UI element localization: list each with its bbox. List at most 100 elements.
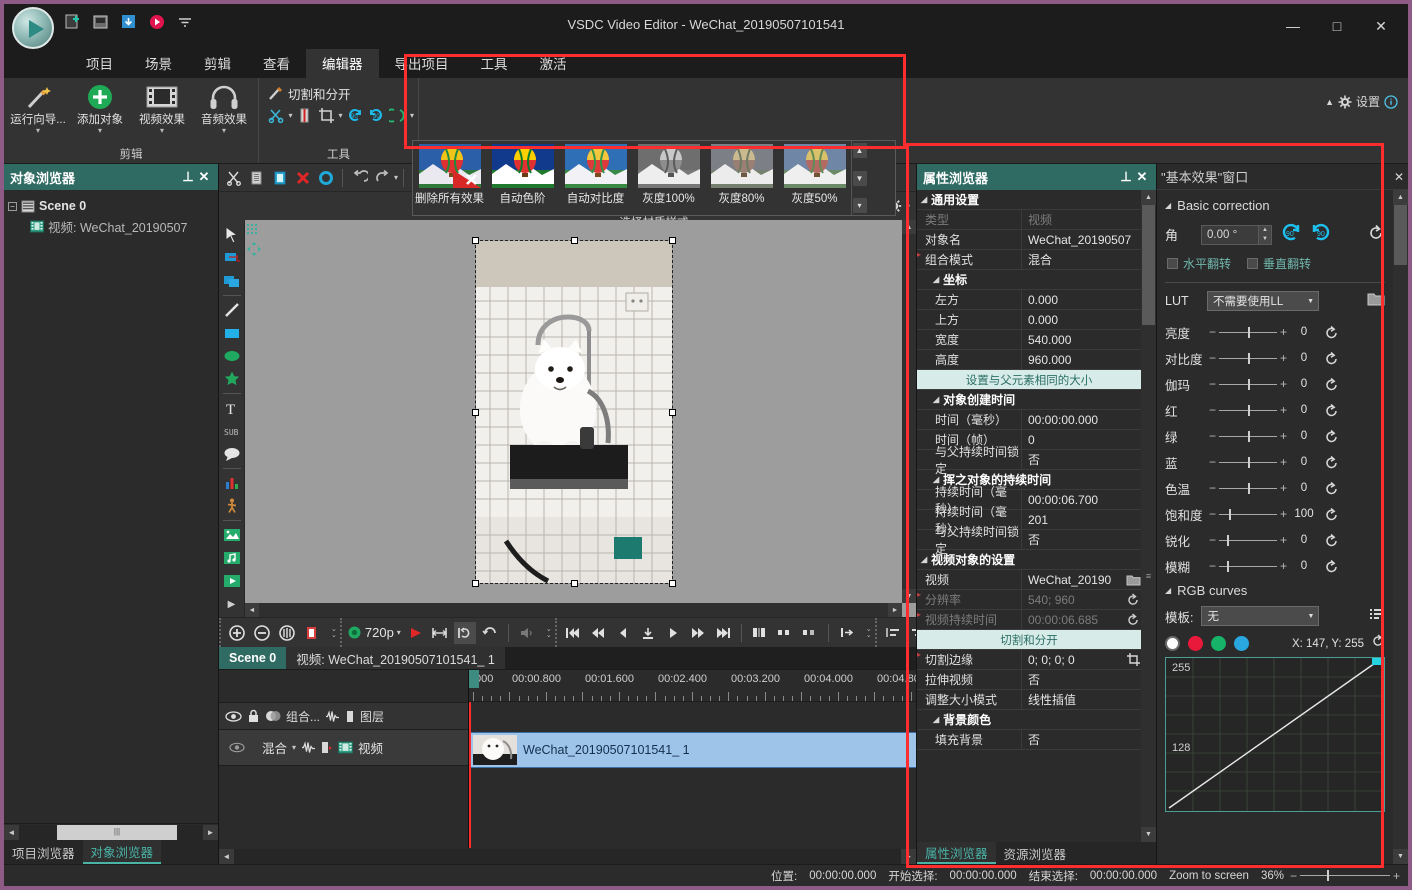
zoom-track[interactable] — [1300, 870, 1390, 881]
undo-icon[interactable] — [348, 167, 370, 189]
flip-h-box-icon[interactable] — [1167, 258, 1178, 269]
property-row[interactable]: 视频 WeChat_20190 — [917, 570, 1141, 590]
rotate-free-icon[interactable] — [388, 105, 406, 125]
property-row[interactable]: ▸ 视频持续时间 00:00:06.685 — [917, 610, 1141, 630]
property-row[interactable]: ▸ 分辨率 540; 960 — [917, 590, 1141, 610]
timeline-tracks-area[interactable]: 000 00:00.800 00:01.600 00:02.400 00:03.… — [469, 670, 916, 864]
slider-knob[interactable] — [1248, 482, 1250, 494]
slider-minus-icon[interactable]: − — [1209, 325, 1216, 339]
effects-vscrollbar[interactable]: ▲ ▼ — [1393, 190, 1408, 864]
property-row[interactable]: 类型 视频 — [917, 210, 1141, 230]
stop-marker-icon[interactable] — [637, 622, 659, 644]
rewind-icon[interactable] — [587, 622, 609, 644]
group-collapse-icon[interactable]: ◢ — [921, 195, 927, 204]
angle-input[interactable]: 0.00 ° — [1201, 224, 1259, 245]
property-value[interactable]: 960.000 — [1022, 350, 1141, 369]
gallery-scroll-down[interactable]: ▼ — [852, 170, 867, 186]
property-value[interactable]: 00:00:06.685 — [1022, 610, 1141, 629]
align-text-left-icon[interactable] — [882, 622, 904, 644]
gallery-more[interactable]: ▾ — [852, 198, 867, 213]
slider-knob[interactable] — [1248, 404, 1250, 416]
close-icon[interactable]: ✕ — [196, 169, 212, 185]
zoom-selection-icon[interactable] — [301, 622, 323, 644]
canvas-scroll-up-icon[interactable]: ▲ — [902, 220, 916, 234]
resize-handle-w[interactable] — [471, 408, 479, 416]
rgb-curve-editor[interactable]: 255 128 — [1165, 657, 1385, 812]
canvas-scroll-down-icon[interactable]: ▼ — [902, 589, 916, 603]
slider-knob[interactable] — [1248, 456, 1250, 468]
property-value[interactable]: 混合 — [1022, 250, 1141, 269]
property-group-header[interactable]: ◢ 通用设置 — [917, 190, 1141, 210]
property-row[interactable]: 高度 960.000 — [917, 350, 1141, 370]
slider-plus-icon[interactable]: + — [1280, 507, 1287, 521]
effects-scroll-down-icon[interactable]: ▼ — [1393, 849, 1408, 864]
slider-track[interactable] — [1219, 404, 1277, 416]
hscroll-right-icon[interactable]: ► — [203, 824, 218, 840]
slider-track[interactable] — [1219, 326, 1277, 338]
angle-reset-icon[interactable] — [1368, 224, 1385, 246]
duplicate-tool-icon[interactable] — [221, 270, 243, 292]
property-value[interactable]: 540.000 — [1022, 330, 1141, 349]
slider-reset-icon[interactable] — [1321, 455, 1341, 470]
property-row[interactable]: 上方 0.000 — [917, 310, 1141, 330]
property-row[interactable]: ▸ 组合模式 混合 — [917, 250, 1141, 270]
slider-knob[interactable] — [1248, 326, 1250, 338]
rotate-right-90-icon[interactable]: 90 — [1310, 221, 1332, 248]
slider-minus-icon[interactable]: − — [1209, 429, 1216, 443]
timeline-scroll-left-icon[interactable]: ◄ — [219, 848, 234, 864]
video-effects-dropdown[interactable]: ▾ — [160, 127, 164, 135]
slider-reset-icon[interactable] — [1321, 429, 1341, 444]
basic-correction-collapse-icon[interactable]: ◢ — [1165, 201, 1171, 210]
slider-minus-icon[interactable]: − — [1209, 533, 1216, 547]
canvas-vscrollbar[interactable]: ▲ ▼ — [902, 220, 916, 603]
resize-handle-n[interactable] — [570, 236, 578, 244]
gallery-scrollbar[interactable]: ▲ ▼ ▾ — [851, 141, 867, 215]
canvas-scroll-right-icon[interactable]: ► — [888, 603, 902, 617]
split-clip-icon[interactable] — [749, 622, 771, 644]
reset-icon[interactable] — [1125, 612, 1141, 627]
slider-control[interactable]: − + — [1209, 507, 1287, 521]
group-collapse-icon[interactable]: ◢ — [933, 395, 939, 404]
property-value[interactable]: 00:00:06.700 — [1022, 490, 1141, 509]
menu-tab-activate[interactable]: 激活 — [524, 49, 583, 78]
slider-minus-icon[interactable]: − — [1209, 559, 1216, 573]
property-value[interactable]: 0.000 — [1022, 290, 1141, 309]
preview-range-icon[interactable] — [429, 622, 451, 644]
zoom-plus-icon[interactable]: + — [1393, 869, 1400, 883]
play-icon[interactable] — [662, 622, 684, 644]
select-circle-icon[interactable] — [315, 167, 337, 189]
slider-reset-icon[interactable] — [1321, 481, 1341, 496]
close-button[interactable]: ✕ — [1360, 12, 1402, 40]
slider-plus-icon[interactable]: + — [1280, 403, 1287, 417]
property-expand-marker[interactable]: ▸ — [917, 610, 921, 619]
scissors-dropdown[interactable]: ▾ — [288, 111, 292, 120]
slider-track[interactable] — [1219, 378, 1277, 390]
lut-browse-icon[interactable] — [1367, 291, 1385, 311]
basic-effects-close-icon[interactable]: ✕ — [1394, 170, 1404, 184]
properties-pin-icon[interactable]: ⊥ — [1118, 169, 1134, 185]
slider-track[interactable] — [1219, 508, 1277, 520]
property-value[interactable]: 0.000 — [1022, 310, 1141, 329]
skip-start-icon[interactable] — [562, 622, 584, 644]
property-value[interactable]: 540; 960 — [1022, 590, 1141, 609]
slider-control[interactable]: − + — [1209, 559, 1287, 573]
effects-scroll-thumb[interactable] — [1394, 205, 1407, 265]
palette-more-icon[interactable]: ▶ — [221, 593, 243, 615]
property-value[interactable]: 线性插值 — [1022, 690, 1141, 709]
resolution-label[interactable]: 720p — [365, 625, 394, 640]
property-value[interactable]: 否 — [1022, 730, 1141, 749]
effects-scroll-up-icon[interactable]: ▲ — [1393, 190, 1408, 205]
tab-project-browser[interactable]: 项目浏览器 — [4, 840, 83, 864]
template-chevron-down-icon[interactable]: ▼ — [1308, 613, 1315, 620]
property-action-button[interactable]: 设置与父元素相同的大小 — [917, 370, 1141, 390]
slider-control[interactable]: − + — [1209, 455, 1287, 469]
zoom-in-icon[interactable] — [226, 622, 248, 644]
editor-settings-dropdown-icon[interactable]: ▾ — [906, 202, 910, 211]
object-browser-hscroll[interactable]: ◄ ||| ► — [4, 823, 218, 840]
slider-plus-icon[interactable]: + — [1280, 351, 1287, 365]
property-value[interactable]: 0; 0; 0; 0 — [1022, 650, 1141, 669]
property-row[interactable]: 调整大小模式 线性插值 — [917, 690, 1141, 710]
zoom-fit-icon[interactable] — [276, 622, 298, 644]
property-value[interactable]: 201 — [1022, 510, 1141, 529]
chart-tool-icon[interactable] — [221, 472, 243, 494]
